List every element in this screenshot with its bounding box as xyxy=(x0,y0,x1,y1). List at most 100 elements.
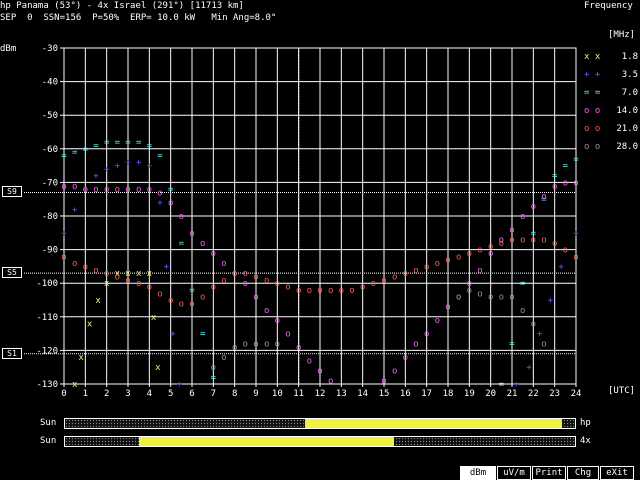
data-point: o xyxy=(72,259,77,269)
data-point: o xyxy=(253,293,258,303)
data-point: = xyxy=(509,340,515,350)
x-tick-label: 6 xyxy=(189,389,194,399)
data-point: o xyxy=(221,276,226,286)
legend-symbol: x x xyxy=(584,52,601,62)
data-point: o xyxy=(509,236,514,246)
data-point: o xyxy=(275,279,280,289)
data-point: o xyxy=(509,293,514,303)
data-point: = xyxy=(179,239,185,249)
data-point: + xyxy=(61,229,67,239)
y-tick-label: -70 xyxy=(42,178,58,188)
data-point: o xyxy=(531,236,536,246)
data-point: o xyxy=(403,269,408,279)
uvm-button[interactable]: uV/m xyxy=(497,466,531,480)
data-point: + xyxy=(104,165,110,175)
data-point: o xyxy=(232,269,237,279)
data-point: o xyxy=(403,353,408,363)
data-point: o xyxy=(381,377,386,387)
x-tick-label: 24 xyxy=(571,389,582,399)
data-point: o xyxy=(115,185,120,195)
data-point: + xyxy=(537,330,543,340)
data-point: o xyxy=(573,178,578,188)
legend-symbol: o o xyxy=(584,124,601,134)
data-point: o xyxy=(275,316,280,326)
data-point: + xyxy=(548,296,554,306)
data-point: o xyxy=(93,185,98,195)
timeline-day-hp: Sun xyxy=(40,418,57,428)
dbm-button[interactable]: dBm xyxy=(460,466,496,480)
data-point: = xyxy=(72,148,78,158)
data-point: o xyxy=(445,256,450,266)
change-button[interactable]: Chg xyxy=(567,466,599,480)
data-point: o xyxy=(531,320,536,330)
y-tick-label: -90 xyxy=(42,246,58,256)
data-point: o xyxy=(499,293,504,303)
data-point: o xyxy=(296,286,301,296)
data-point: = xyxy=(563,162,569,172)
data-point: o xyxy=(189,229,194,239)
legend-symbol: o o xyxy=(584,106,601,116)
data-point: + xyxy=(526,363,532,373)
data-point: o xyxy=(157,289,162,299)
legend-frequency-label: 14.0 xyxy=(616,106,638,116)
x-tick-label: 19 xyxy=(464,389,475,399)
data-point: o xyxy=(573,252,578,262)
data-point: o xyxy=(477,266,482,276)
data-point: o xyxy=(243,279,248,289)
data-point: = xyxy=(189,286,195,296)
x-tick-label: 12 xyxy=(315,389,326,399)
data-point: + xyxy=(147,162,153,172)
data-point: = xyxy=(157,152,163,162)
x-tick-label: 10 xyxy=(272,389,283,399)
y-tick-label: -120 xyxy=(36,346,58,356)
data-point: o xyxy=(413,340,418,350)
data-point: o xyxy=(563,246,568,256)
y-tick-label: -50 xyxy=(42,111,58,121)
data-point: o xyxy=(243,269,248,279)
x-tick-label: 21 xyxy=(507,389,518,399)
data-point: o xyxy=(467,249,472,259)
data-point: o xyxy=(264,306,269,316)
data-point: o xyxy=(467,286,472,296)
data-point: o xyxy=(168,296,173,306)
data-point: = xyxy=(520,279,526,289)
x-tick-label: 15 xyxy=(379,389,390,399)
data-point: o xyxy=(563,178,568,188)
legend-frequency-label: 7.0 xyxy=(621,88,638,98)
x-tick-label: 7 xyxy=(211,389,216,399)
data-point: o xyxy=(541,236,546,246)
legend-symbol: = = xyxy=(584,88,601,98)
data-point: o xyxy=(296,343,301,353)
data-point: o xyxy=(456,252,461,262)
data-point: o xyxy=(93,266,98,276)
data-point: + xyxy=(72,205,78,215)
x-tick-label: 5 xyxy=(168,389,173,399)
data-point: = xyxy=(61,152,67,162)
legend-frequency-label: 21.0 xyxy=(616,124,638,134)
x-tick-label: 13 xyxy=(336,389,347,399)
y-tick-label: -40 xyxy=(42,78,58,88)
data-point: o xyxy=(541,192,546,202)
x-tick-label: 1 xyxy=(83,389,88,399)
data-point: + xyxy=(164,262,170,272)
data-point: o xyxy=(168,199,173,209)
data-point: o xyxy=(200,293,205,303)
data-point: x xyxy=(151,313,157,323)
data-point: o xyxy=(61,182,66,192)
legend-frequency-label: 1.8 xyxy=(621,52,638,62)
data-point: + xyxy=(170,330,176,340)
data-point: o xyxy=(392,272,397,282)
print-button[interactable]: Print xyxy=(532,466,566,480)
data-point: o xyxy=(264,276,269,286)
data-point: o xyxy=(307,286,312,296)
exit-button[interactable]: eXit xyxy=(600,466,634,480)
timeline-station-hp: hp xyxy=(580,418,591,428)
x-tick-label: 9 xyxy=(253,389,258,399)
data-point: = xyxy=(147,141,153,151)
data-point: = xyxy=(115,138,121,148)
data-point: x xyxy=(136,269,142,279)
timeline-bar-4x xyxy=(64,436,576,447)
data-point: o xyxy=(211,283,216,293)
data-point: = xyxy=(552,172,558,182)
data-point: o xyxy=(189,299,194,309)
